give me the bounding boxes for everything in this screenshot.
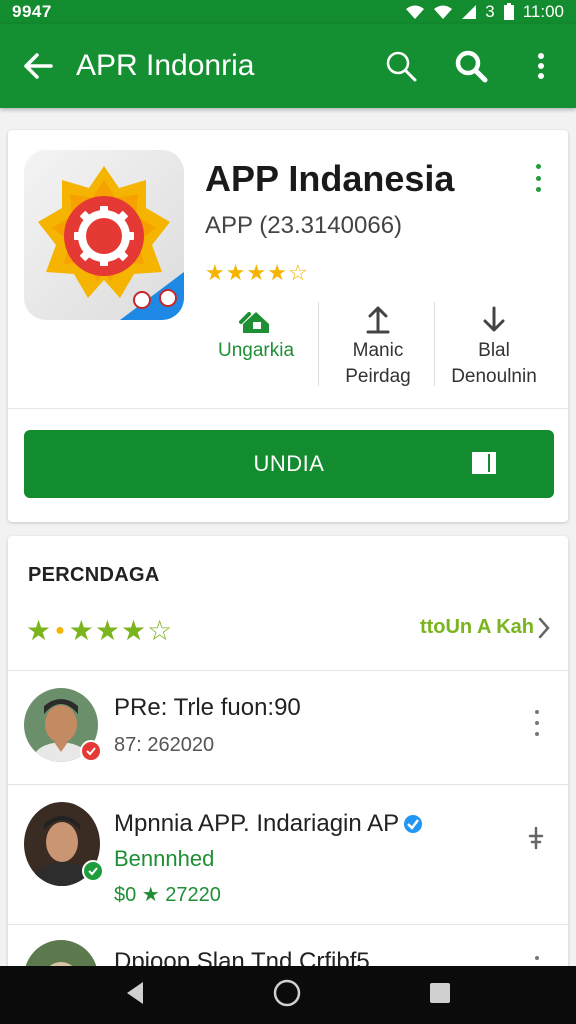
tablet-icon (472, 452, 496, 474)
reviews-card: PERCNDAGA ★ ● ★ ★ ★ ☆ ttoUn A Kah PRe: T… (8, 536, 568, 976)
search-icon (455, 50, 488, 83)
reviews-rating-stars: ★ ● ★ ★ ★ ☆ (26, 614, 172, 647)
status-clock: 11:00 (522, 2, 564, 21)
app-detail-card: APP Indanesia APP (23.3140066) ★ ★ ★ ★ ☆… (8, 130, 568, 522)
see-all-label: ttoUn A Kah (419, 616, 534, 638)
divider (8, 784, 568, 785)
app-bar: APR Indonria (0, 24, 576, 108)
arrow-back-icon (24, 53, 53, 79)
review-status: Bennnhed (114, 846, 215, 871)
stat-manic[interactable]: Manic Peirdag (322, 298, 434, 390)
nav-back-button[interactable] (123, 980, 147, 1011)
app-more-menu[interactable] (528, 162, 548, 194)
wifi-icon (434, 5, 453, 19)
stat-label: Denoulnin (451, 366, 537, 387)
home-up-icon (239, 312, 269, 333)
star-outline-icon: ☆ (287, 260, 308, 285)
star-outline-icon: ☆ (147, 615, 173, 646)
star-icon: ★ (121, 615, 147, 646)
stat-label: Ungarkia (217, 340, 295, 361)
star-icon: ★ (246, 260, 267, 285)
home-circle-icon (273, 979, 301, 1006)
star-icon: ★ (267, 260, 287, 285)
see-all-link[interactable]: ttoUn A Kah (420, 616, 550, 639)
install-button[interactable]: UNDIA (24, 430, 554, 498)
app-bar-title: APR Indonria (76, 49, 255, 82)
star-icon: ★ (94, 615, 120, 646)
review-action-icon[interactable] (528, 826, 544, 855)
star-icon: ★ (205, 260, 225, 285)
divider (434, 302, 435, 386)
stat-ungarkia[interactable]: Ungarkia (196, 298, 316, 364)
wifi-icon (406, 5, 425, 19)
back-triangle-icon (126, 981, 143, 1004)
review-item[interactable]: PRe: Trle fuon:90 87: 262020 (8, 672, 568, 782)
battery-icon (503, 3, 514, 20)
star-icon: ★ (68, 615, 94, 646)
stat-blal[interactable]: Blal Denoulnin (438, 298, 550, 390)
divider (318, 302, 319, 386)
overflow-menu-button[interactable] (506, 24, 576, 108)
badge-icon (80, 740, 102, 762)
stat-label: Peirdag (345, 366, 411, 387)
app-version: APP (23.3140066) (205, 212, 403, 239)
star-icon: ★ (225, 260, 246, 285)
review-more-menu[interactable] (532, 710, 542, 736)
status-time-left: 9947 (12, 2, 52, 21)
search-outline-icon (386, 51, 417, 82)
nav-recents-button[interactable] (427, 980, 453, 1011)
nav-home-button[interactable] (272, 978, 302, 1013)
review-author: PRe: Trle fuon:90 (114, 694, 301, 721)
stat-label: Blal (478, 340, 510, 361)
battery-text: 3 (485, 2, 495, 21)
verified-icon (404, 815, 423, 833)
search-outline-button[interactable] (366, 24, 436, 108)
badge-icon (82, 860, 104, 882)
chevron-right-icon (538, 617, 550, 638)
review-author: Mpnnia APP. Indariagin AP (114, 810, 400, 837)
pin-up-icon (366, 306, 390, 334)
review-author-row: Mpnnia APP. Indariagin AP (114, 810, 423, 838)
divider (8, 670, 568, 671)
app-rating-stars: ★ ★ ★ ★ ☆ (205, 260, 308, 286)
avatar (24, 688, 102, 762)
app-icon (24, 150, 184, 320)
gear-badge-icon (38, 166, 184, 320)
stat-label: Manic (352, 340, 404, 361)
back-button[interactable] (0, 24, 76, 108)
review-meta: $0 ★ 27220 (114, 884, 221, 906)
divider (8, 408, 568, 409)
review-item[interactable]: Mpnnia APP. Indariagin AP Bennnhed $0 ★ … (8, 786, 568, 922)
signal-icon (462, 5, 477, 19)
recents-square-icon (430, 982, 451, 1003)
star-icon: ★ (26, 615, 52, 646)
app-name: APP Indanesia (205, 158, 455, 199)
system-nav-bar (0, 966, 576, 1024)
divider (8, 924, 568, 925)
status-bar: 9947 3 11:00 (0, 0, 576, 24)
avatar (24, 802, 104, 886)
search-button[interactable] (436, 24, 506, 108)
review-date: 87: 262020 (114, 734, 215, 756)
download-icon (483, 306, 505, 332)
install-button-label: UNDIA (253, 451, 325, 476)
dot-icon: ● (55, 621, 65, 639)
reviews-title: PERCNDAGA (28, 564, 160, 586)
more-vert-icon (538, 53, 544, 79)
